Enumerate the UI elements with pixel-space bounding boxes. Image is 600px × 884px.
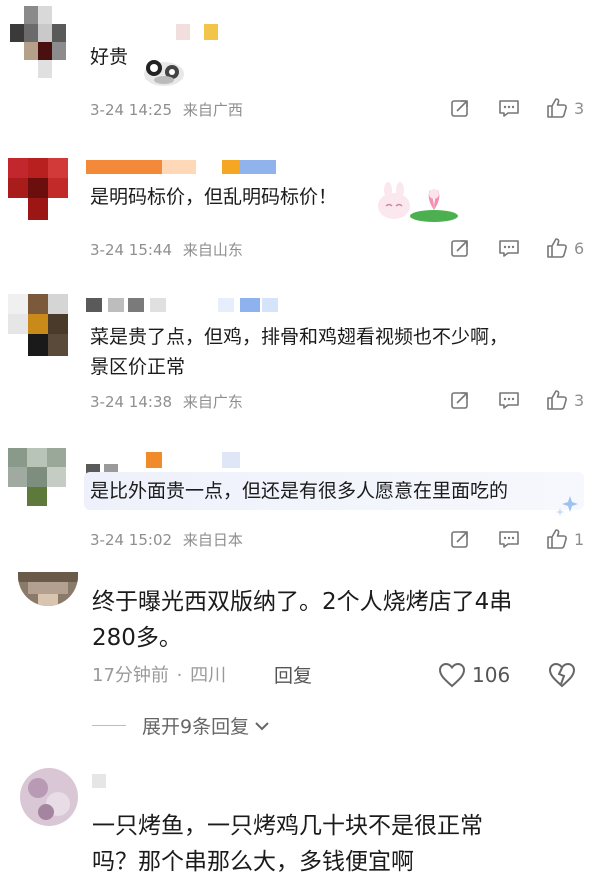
comment-date: 3-24 15:02 [90, 531, 173, 549]
comment-text-line2: 吗？那个串那么大，多钱便宜啊 [92, 849, 414, 875]
comment-meta: 3-24 14:25 来自广西 [90, 100, 243, 120]
comment-icon [499, 100, 519, 117]
comment-text-line1: 菜是贵了点，但鸡，排骨和鸡翅看视频也不少啊， [90, 326, 509, 348]
broken-heart-icon [548, 662, 576, 688]
reply-button[interactable] [498, 238, 520, 258]
username-blur[interactable] [86, 160, 162, 174]
comment-text-line2: 景区价正常 [90, 356, 186, 378]
like-count: 1 [574, 529, 585, 549]
reply-button[interactable] [498, 390, 520, 410]
like-button[interactable]: 3 [546, 389, 584, 411]
comment-3: 菜是贵了点，但鸡，排骨和鸡翅看视频也不少啊， 景区价正常 3-24 14:38 … [0, 290, 600, 440]
share-icon [451, 531, 468, 548]
like-button[interactable]: 6 [546, 237, 584, 259]
comment-date: 3-24 15:44 [90, 241, 173, 259]
like-button[interactable]: 3 [546, 97, 584, 119]
dislike-button[interactable] [548, 662, 576, 688]
like-count: 6 [574, 238, 585, 258]
share-icon [451, 100, 468, 117]
username-blur[interactable] [176, 24, 190, 40]
avatar[interactable] [18, 572, 78, 606]
avatar[interactable] [8, 158, 68, 222]
comment-location: 四川 [190, 665, 227, 686]
comment-2: 是明码标价，但乱明码标价！ 3-24 15:44 来自山东 6 [0, 140, 600, 290]
thumbs-up-icon [547, 390, 567, 410]
comment-date: 3-24 14:38 [90, 393, 173, 411]
expand-label: 展开9条回复 [142, 716, 250, 738]
comment-4: 是比外面贵一点，但还是有很多人愿意在里面吃的 3-24 15:02 来自日本 1 [0, 440, 600, 570]
comment-icon [499, 531, 519, 548]
like-count: 106 [472, 663, 511, 687]
share-button[interactable] [450, 390, 470, 410]
comment-icon [499, 392, 519, 409]
comment-meta: 17分钟前 · 四川 [92, 664, 226, 688]
like-button[interactable]: 106 [438, 662, 510, 688]
comment-text: 是比外面贵一点，但还是有很多人愿意在里面吃的 [90, 480, 509, 502]
thumbs-up-icon [547, 98, 567, 118]
comment-meta: 3-24 14:38 来自广东 [90, 392, 243, 412]
avatar[interactable] [10, 6, 66, 78]
comment-location: 来自广东 [182, 393, 243, 411]
comment-text-line1: 一只烤鱼，一只烤鸡几十块不是很正常 [92, 813, 483, 839]
heart-icon [438, 662, 466, 688]
divider-line [92, 725, 126, 726]
like-count: 3 [574, 390, 585, 410]
username-blur[interactable] [92, 774, 106, 788]
thumbs-up-icon [547, 529, 567, 549]
avatar[interactable] [8, 448, 66, 506]
reply-button[interactable] [498, 98, 520, 118]
comment-text: 是明码标价，但乱明码标价！ [90, 186, 338, 208]
comment-location: 来自广西 [182, 101, 243, 119]
share-icon [451, 392, 468, 409]
share-button[interactable] [450, 238, 470, 258]
chevron-down-icon [255, 721, 269, 730]
reply-button[interactable]: 回复 [274, 664, 312, 688]
meta-separator: · [176, 665, 183, 686]
reply-comment-2: 一只烤鱼，一只烤鸡几十块不是很正常 吗？那个串那么大，多钱便宜啊 [0, 760, 600, 884]
avatar[interactable] [20, 768, 78, 826]
reply-comment-1: 终于曝光西双版纳了。2个人烧烤店了4串 280多。 17分钟前 · 四川 回复 … [0, 570, 600, 750]
comment-date: 3-24 14:25 [90, 101, 173, 119]
expand-replies[interactable]: 展开9条回复 [92, 712, 271, 739]
bunny-lotus-sticker-icon [372, 180, 462, 224]
comment-text-line1: 终于曝光西双版纳了。2个人烧烤店了4串 [92, 589, 513, 615]
username-blur[interactable] [86, 298, 102, 312]
avatar[interactable] [8, 294, 68, 356]
like-count: 3 [574, 98, 585, 118]
comment-text: 好贵 [90, 46, 129, 68]
comment-text-line2: 280多。 [92, 625, 182, 651]
comment-location: 来自日本 [182, 531, 243, 549]
share-button[interactable] [450, 98, 470, 118]
comment-meta: 3-24 15:44 来自山东 [90, 240, 243, 260]
comment-time: 17分钟前 [92, 665, 169, 686]
like-button[interactable]: 1 [546, 528, 584, 550]
panda-sticker-icon [140, 52, 188, 88]
comment-location: 来自山东 [182, 241, 243, 259]
thumbs-up-icon [547, 238, 567, 258]
sparkle-icon [554, 492, 584, 518]
reply-button[interactable] [498, 529, 520, 549]
share-icon [451, 240, 468, 257]
comment-meta: 3-24 15:02 来自日本 [90, 530, 243, 550]
comment-1: 好贵 3-24 14:25 来自广西 3 [0, 0, 600, 140]
share-button[interactable] [450, 529, 470, 549]
comment-icon [499, 240, 519, 257]
